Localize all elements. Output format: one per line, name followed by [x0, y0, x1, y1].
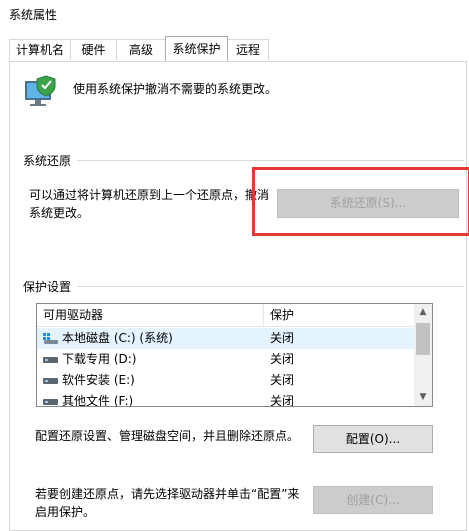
restore-description-line1: 可以通过将计算机还原到上一个还原点，撤消	[29, 188, 270, 202]
create-description-line1: 若要创建还原点，请先选择驱动器并单击“配置”来	[35, 487, 300, 501]
drive-protection-status: 关闭	[270, 352, 295, 366]
drive-icon	[43, 378, 58, 384]
configure-description: 配置还原设置、管理磁盘空间，并且删除还原点。	[35, 429, 300, 443]
drive-name: 本地磁盘 (C:) (系统)	[62, 331, 173, 345]
drive-protection-status: 关闭	[270, 331, 295, 345]
drive-row-e[interactable]: 软件安装 (E:) 关闭	[37, 370, 414, 391]
tab-computer-name[interactable]: 计算机名	[9, 39, 71, 60]
configure-button[interactable]: 配置(O)...	[313, 425, 433, 453]
create-description-line2: 启用保护。	[35, 505, 96, 519]
restore-description: 可以通过将计算机还原到上一个还原点，撤消 系统更改。	[29, 186, 269, 222]
system-restore-button[interactable]: 系统还原(S)...	[277, 189, 459, 218]
drive-name: 软件安装 (E:)	[62, 373, 135, 387]
drive-icon	[43, 399, 58, 405]
tab-advanced[interactable]: 高级	[116, 39, 166, 60]
restore-section-title: 系统还原	[23, 152, 78, 169]
header-description: 使用系统保护撤消不需要的系统更改。	[73, 82, 278, 96]
drive-name: 下载专用 (D:)	[62, 352, 137, 366]
column-protection[interactable]: 保护	[264, 304, 414, 326]
drive-list-header: 可用驱动器 保护	[37, 304, 414, 327]
drive-icon	[43, 357, 58, 363]
drive-row-f[interactable]: 其他文件 (F:) 关闭	[37, 391, 414, 407]
column-available-drives[interactable]: 可用驱动器	[37, 304, 263, 326]
drive-row-d[interactable]: 下载专用 (D:) 关闭	[37, 349, 414, 370]
protection-section-title: 保护设置	[23, 278, 78, 295]
create-description: 若要创建还原点，请先选择驱动器并单击“配置”来 启用保护。	[35, 485, 299, 521]
protection-section-divider	[24, 286, 464, 287]
tab-panel	[9, 61, 467, 531]
scroll-thumb[interactable]	[416, 323, 430, 355]
drive-list-scrollbar[interactable]: ▲ ▼	[414, 304, 432, 406]
drive-row-c[interactable]: 本地磁盘 (C:) (系统) 关闭	[37, 328, 414, 349]
scroll-down-icon[interactable]: ▼	[414, 389, 432, 406]
computer-shield-icon	[25, 75, 56, 106]
tab-system-protection[interactable]: 系统保护	[165, 36, 228, 61]
create-button[interactable]: 创建(C)...	[313, 486, 433, 514]
system-drive-icon	[43, 333, 58, 344]
scroll-up-icon[interactable]: ▲	[414, 304, 432, 321]
drive-name: 其他文件 (F:)	[62, 394, 134, 407]
tab-remote[interactable]: 远程	[227, 39, 269, 60]
tab-hardware[interactable]: 硬件	[70, 39, 117, 60]
window-title: 系统属性	[9, 8, 58, 22]
drive-protection-status: 关闭	[270, 373, 295, 387]
drive-protection-status: 关闭	[270, 394, 295, 407]
restore-section-divider	[24, 160, 464, 161]
drive-list[interactable]: 可用驱动器 保护 本地磁盘 (C:) (系统) 关闭 下载专用 (D:) 关闭 …	[36, 303, 433, 407]
restore-description-line2: 系统更改。	[29, 206, 90, 220]
